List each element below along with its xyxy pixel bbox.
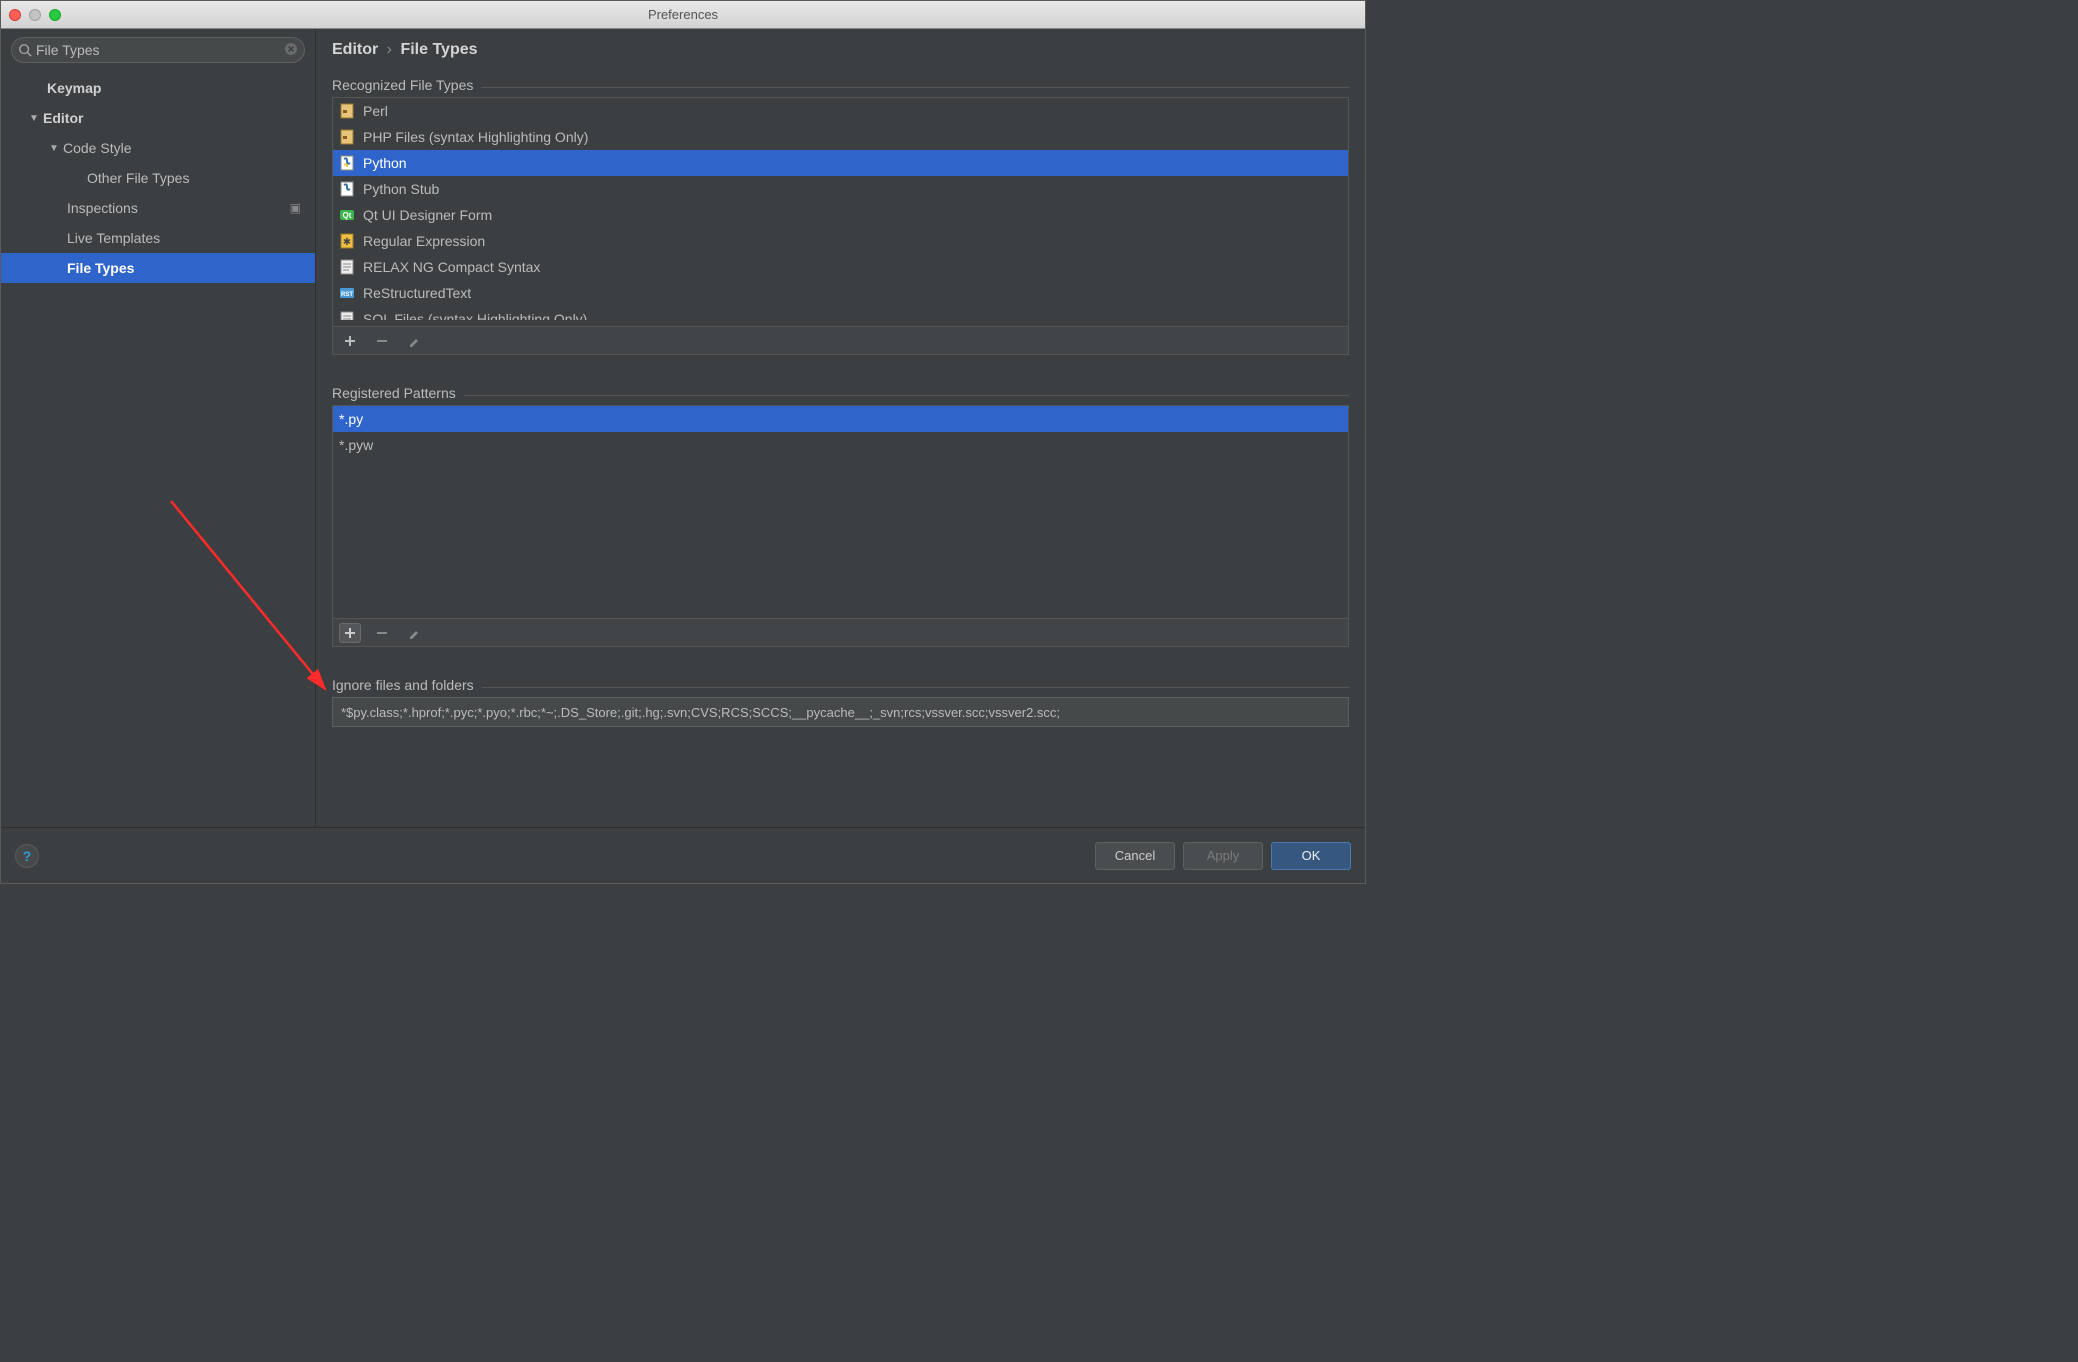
- window-title: Preferences: [1, 7, 1365, 22]
- search-icon: [18, 43, 32, 57]
- php-file-icon: [339, 129, 355, 145]
- regex-file-icon: ✱: [339, 233, 355, 249]
- text-file-icon: [339, 311, 355, 320]
- scope-icon: ▣: [290, 201, 301, 215]
- section-patterns-label: Registered Patterns: [332, 385, 1349, 401]
- add-pattern-button[interactable]: [339, 623, 361, 643]
- pattern-row-pyw[interactable]: *.pyw: [333, 432, 1348, 458]
- search-input[interactable]: [36, 42, 284, 58]
- remove-pattern-button[interactable]: [371, 623, 393, 643]
- cancel-button[interactable]: Cancel: [1095, 842, 1175, 870]
- file-type-row-python[interactable]: Python: [333, 150, 1348, 176]
- tree-item-keymap[interactable]: Keymap: [1, 73, 315, 103]
- edit-pattern-button[interactable]: [403, 623, 425, 643]
- search-field-wrapper[interactable]: [11, 37, 305, 63]
- qt-file-icon: Qt: [339, 207, 355, 223]
- section-ignore-label: Ignore files and folders: [332, 677, 1349, 693]
- tree-item-live-templates[interactable]: Live Templates: [1, 223, 315, 253]
- chevron-down-icon: ▼: [47, 143, 61, 154]
- file-types-toolbar: [332, 327, 1349, 355]
- tree-item-other-file-types[interactable]: Other File Types: [1, 163, 315, 193]
- footer: ? Cancel Apply OK: [1, 827, 1365, 883]
- file-type-row-python-stub[interactable]: Python Stub: [333, 176, 1348, 202]
- svg-text:Qt: Qt: [343, 211, 352, 220]
- pattern-row-py[interactable]: *.py: [333, 406, 1348, 432]
- file-type-row-sql[interactable]: SQL Files (syntax Highlighting Only): [333, 306, 1348, 320]
- chevron-down-icon: ▼: [27, 113, 41, 124]
- edit-file-type-button[interactable]: [403, 331, 425, 351]
- recognized-file-types-list[interactable]: Perl PHP Files (syntax Highlighting Only…: [332, 97, 1349, 327]
- preferences-window: Preferences Keymap ▼Editor ▼Code Style O…: [0, 0, 1366, 884]
- section-recognized-label: Recognized File Types: [332, 77, 1349, 93]
- add-file-type-button[interactable]: [339, 331, 361, 351]
- rst-file-icon: RST: [339, 285, 355, 301]
- breadcrumb: Editor › File Types: [332, 41, 1349, 59]
- text-file-icon: [339, 259, 355, 275]
- python-file-icon: [339, 155, 355, 171]
- file-type-row-perl[interactable]: Perl: [333, 98, 1348, 124]
- file-type-row-rst[interactable]: RSTReStructuredText: [333, 280, 1348, 306]
- tree-item-inspections[interactable]: Inspections▣: [1, 193, 315, 223]
- tree-item-code-style[interactable]: ▼Code Style: [1, 133, 315, 163]
- sidebar: Keymap ▼Editor ▼Code Style Other File Ty…: [1, 29, 316, 827]
- file-type-row-relax[interactable]: RELAX NG Compact Syntax: [333, 254, 1348, 280]
- tree-item-editor[interactable]: ▼Editor: [1, 103, 315, 133]
- svg-text:✱: ✱: [343, 237, 351, 248]
- svg-text:RST: RST: [341, 292, 353, 298]
- file-type-row-php[interactable]: PHP Files (syntax Highlighting Only): [333, 124, 1348, 150]
- file-type-row-regex[interactable]: ✱Regular Expression: [333, 228, 1348, 254]
- ok-button[interactable]: OK: [1271, 842, 1351, 870]
- help-button[interactable]: ?: [15, 844, 39, 868]
- breadcrumb-parent[interactable]: Editor: [332, 41, 378, 58]
- file-type-row-qt[interactable]: QtQt UI Designer Form: [333, 202, 1348, 228]
- breadcrumb-separator: ›: [387, 41, 392, 58]
- clear-search-icon[interactable]: [284, 42, 298, 59]
- ignore-files-input[interactable]: [332, 697, 1349, 727]
- apply-button[interactable]: Apply: [1183, 842, 1263, 870]
- settings-tree[interactable]: Keymap ▼Editor ▼Code Style Other File Ty…: [1, 67, 315, 827]
- patterns-toolbar: [332, 619, 1349, 647]
- tree-item-file-types[interactable]: File Types: [1, 253, 315, 283]
- python-stub-file-icon: [339, 181, 355, 197]
- perl-file-icon: [339, 103, 355, 119]
- remove-file-type-button[interactable]: [371, 331, 393, 351]
- main-panel: Editor › File Types Recognized File Type…: [316, 29, 1365, 827]
- breadcrumb-current: File Types: [400, 41, 477, 58]
- registered-patterns-list[interactable]: *.py *.pyw: [332, 405, 1349, 619]
- titlebar: Preferences: [1, 1, 1365, 29]
